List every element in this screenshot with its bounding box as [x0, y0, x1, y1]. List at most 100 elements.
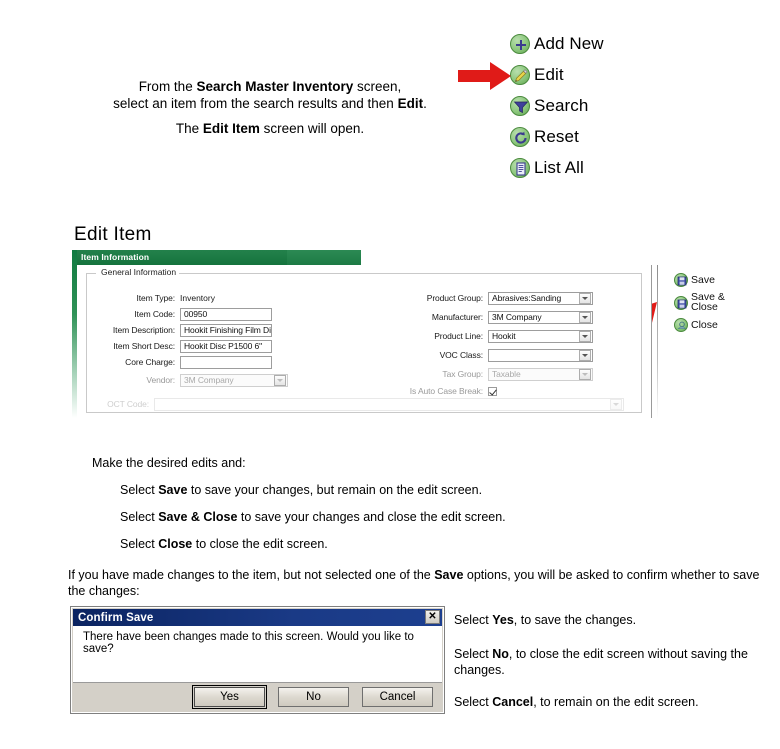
field-input[interactable]: 00950 [180, 307, 272, 321]
field-voc-class[interactable]: VOC Class: [397, 348, 593, 362]
field-vendor[interactable]: Vendor: 3M Company [95, 373, 288, 387]
field-is-auto-case-break[interactable]: Is Auto Case Break: [397, 384, 497, 398]
chevron-down-icon[interactable] [274, 374, 286, 386]
action-item-reset[interactable]: Reset [510, 121, 650, 152]
fieldset-legend: General Information [98, 267, 180, 277]
note-post: , to save the changes. [513, 613, 637, 627]
save-and-close-button[interactable]: Save & Close [674, 292, 774, 312]
intro-line1-bold: Search Master Inventory [196, 79, 354, 94]
field-value: Hookit [492, 331, 516, 341]
note-pre: Select [454, 613, 493, 627]
note-bold: No [492, 647, 509, 661]
chevron-down-icon[interactable] [579, 368, 591, 380]
page-title: Edit Item [74, 224, 152, 245]
field-product-group[interactable]: Product Group: Abrasives:Sanding [397, 291, 593, 305]
field-combo[interactable]: Hookit [488, 329, 593, 343]
field-value: Abrasives:Sanding [492, 293, 562, 303]
field-item-short-desc[interactable]: Item Short Desc: Hookit Disc P1500 6" [95, 339, 272, 353]
refresh-icon [510, 126, 530, 147]
instruction-bold: Close [158, 537, 193, 551]
field-manufacturer[interactable]: Manufacturer: 3M Company [397, 310, 593, 324]
field-input[interactable] [180, 355, 272, 369]
confirm-paragraph: If you have made changes to the item, bu… [68, 567, 774, 599]
dialog-note-no: Select No, to close the edit screen with… [454, 646, 754, 678]
close-icon[interactable]: ✕ [425, 610, 440, 624]
action-menu: Add New Edit Search Reset List All [510, 28, 650, 183]
list-icon [510, 157, 530, 178]
action-item-add-new[interactable]: Add New [510, 28, 650, 59]
pencil-icon [510, 64, 530, 85]
field-label: Manufacturer: [431, 312, 483, 322]
field-value: Taxable [492, 369, 521, 379]
intro-line1-post: screen, [353, 79, 402, 94]
chevron-down-icon [610, 398, 622, 410]
close-button-label: Close [691, 319, 718, 331]
field-label: Is Auto Case Break: [409, 386, 483, 396]
field-item-code[interactable]: Item Code: 00950 [95, 307, 272, 321]
chevron-down-icon[interactable] [579, 292, 591, 304]
save-button[interactable]: Save [674, 273, 774, 287]
intro-paragraph-2: The Edit Item screen will open. [100, 120, 440, 137]
intro-line1-pre: From the [138, 79, 197, 94]
field-label: Product Group: [426, 293, 483, 303]
fieldset-border-right [167, 273, 642, 274]
instruction-bold: Save & Close [158, 510, 238, 524]
chevron-down-icon[interactable] [579, 311, 591, 323]
field-combo[interactable]: Taxable [488, 367, 593, 381]
instructions-block: Make the desired edits and: Select Save … [92, 455, 692, 563]
field-combo[interactable] [488, 348, 593, 362]
floppy-icon [674, 273, 688, 287]
field-label: Item Type: [136, 293, 175, 303]
note-bold: Yes [492, 613, 514, 627]
close-button[interactable]: Close [674, 318, 774, 332]
floppy-icon [674, 295, 688, 310]
dialog-titlebar[interactable]: Confirm Save ✕ [73, 609, 442, 626]
plus-icon [510, 33, 530, 54]
field-product-line[interactable]: Product Line: Hookit [397, 329, 593, 343]
form-body: General Information Item Type: Inventory… [77, 265, 658, 418]
note-pre: Select [454, 647, 493, 661]
confirm-save-dialog: Confirm Save ✕ There have been changes m… [70, 606, 445, 714]
save-menu: Save Save & Close Close [674, 273, 774, 338]
save-button-label: Save [691, 274, 715, 286]
action-item-search[interactable]: Search [510, 90, 650, 121]
field-label: Item Description: [112, 325, 175, 335]
confirm-para-pre: If you have made changes to the item, bu… [68, 568, 435, 582]
intro-line2-post: . [423, 96, 427, 111]
field-label: Tax Group: [442, 369, 483, 379]
chevron-down-icon[interactable] [579, 330, 591, 342]
field-item-description[interactable]: Item Description: Hookit Finishing Film … [95, 323, 272, 337]
field-combo[interactable]: Abrasives:Sanding [488, 291, 593, 305]
edit-item-form-screenshot: Item Information General Information Ite… [72, 250, 659, 418]
tab-strip-filler [287, 250, 361, 265]
instruction-close: Select Close to close the edit screen. [120, 536, 692, 552]
chevron-down-icon[interactable] [579, 349, 591, 361]
note-post: , to remain on the edit screen. [533, 695, 699, 709]
field-combo[interactable]: 3M Company [180, 373, 288, 387]
field-oct-code-cutoff: OCT Code: [95, 397, 635, 411]
field-combo[interactable]: 3M Company [488, 310, 593, 324]
intro-line3-post: screen will open. [259, 121, 365, 136]
cancel-button[interactable]: Cancel [362, 687, 433, 707]
field-tax-group[interactable]: Tax Group: Taxable [397, 367, 593, 381]
dialog-message: There have been changes made to this scr… [83, 631, 414, 655]
field-input[interactable]: Hookit Finishing Film Disc, [180, 323, 272, 337]
field-core-charge[interactable]: Core Charge: [95, 355, 272, 369]
instructions-lead: Make the desired edits and: [92, 456, 246, 470]
checkbox[interactable] [488, 386, 497, 396]
instruction-save-close: Select Save & Close to save your changes… [120, 509, 692, 525]
no-button[interactable]: No [278, 687, 349, 707]
action-item-list-all[interactable]: List All [510, 152, 650, 183]
yes-button[interactable]: Yes [192, 685, 267, 709]
field-input[interactable]: Hookit Disc P1500 6" [180, 339, 272, 353]
instruction-pre: Select [120, 537, 159, 551]
field-label: Item Code: [134, 309, 175, 319]
action-item-edit[interactable]: Edit [510, 59, 650, 90]
intro-line3-pre: The [175, 121, 203, 136]
save-and-close-button-label: Save & Close [691, 292, 725, 312]
action-item-label: Reset [534, 126, 579, 146]
field-item-type: Item Type: Inventory [95, 291, 215, 305]
action-item-label: List All [534, 157, 584, 177]
intro-line2-pre: select an item from the search results a… [113, 96, 398, 111]
field-value: 3M Company [184, 375, 234, 385]
